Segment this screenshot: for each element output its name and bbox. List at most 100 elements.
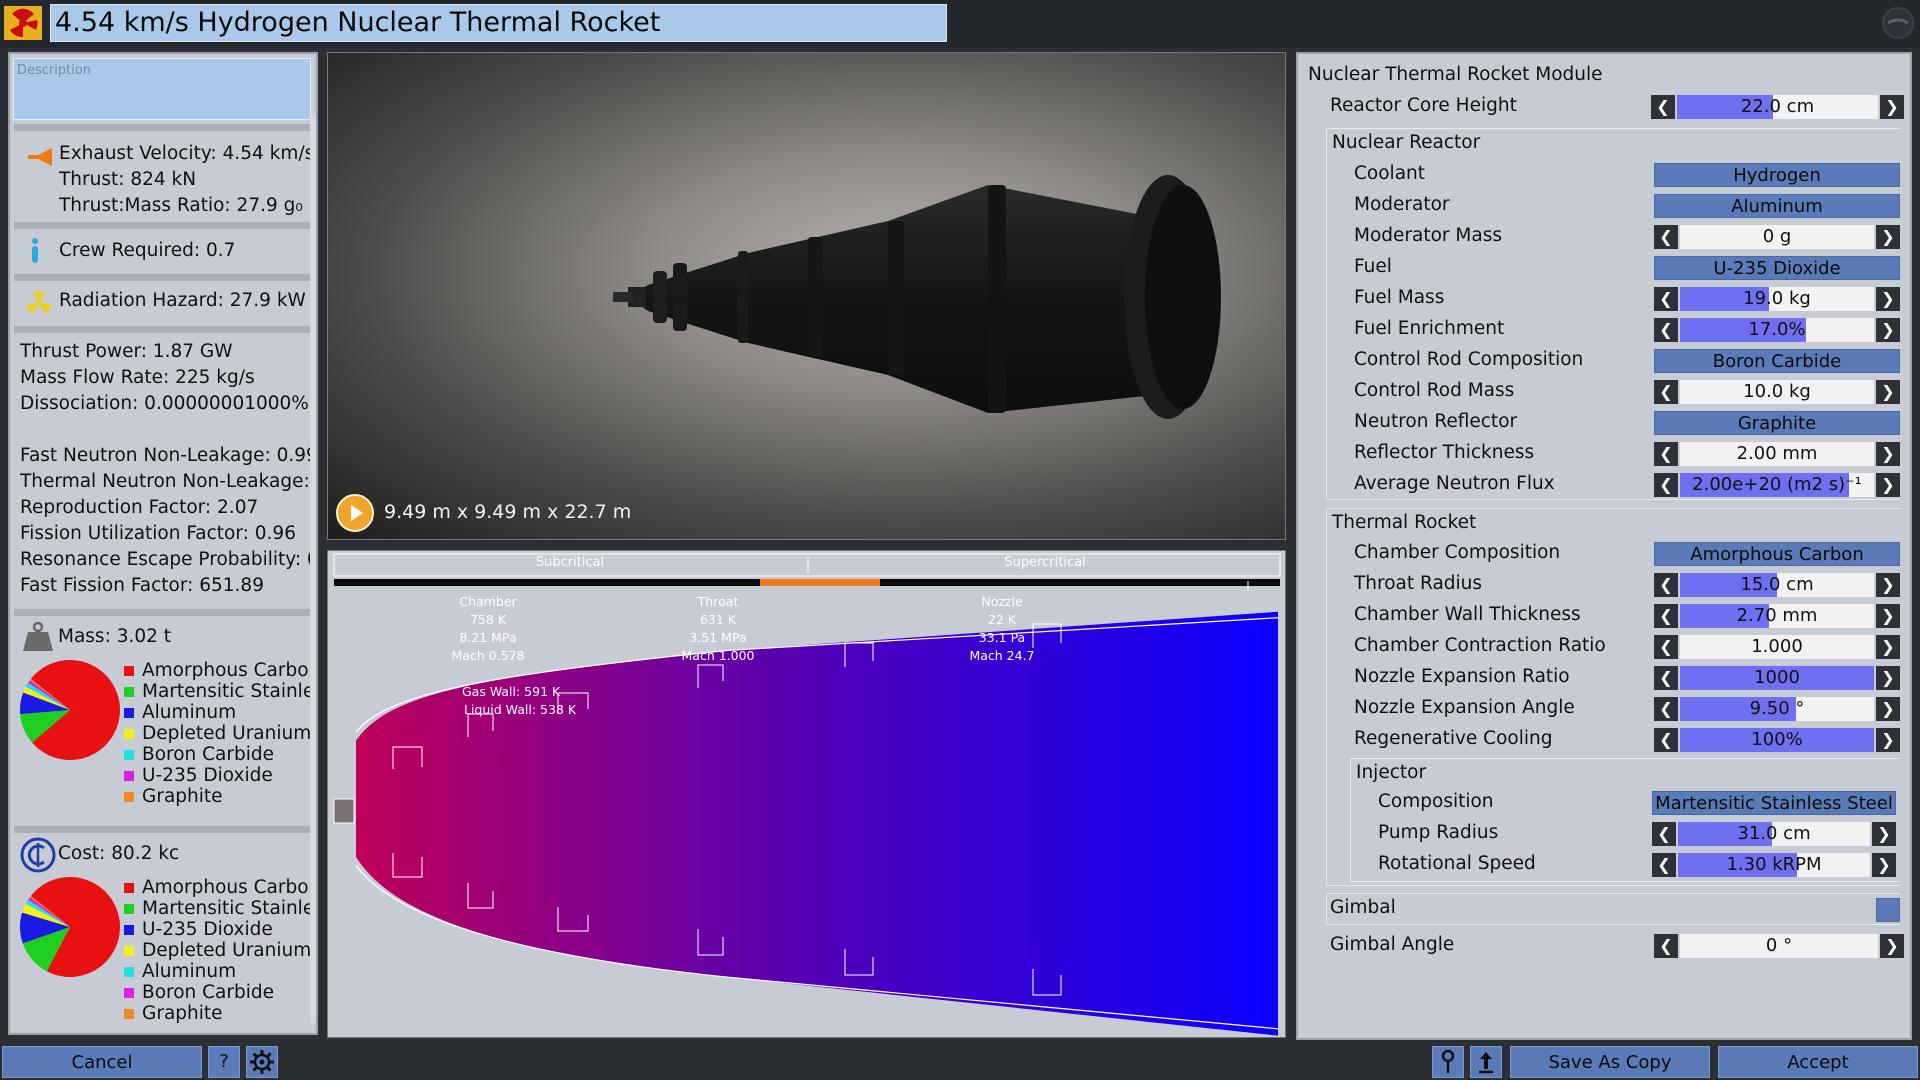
stats-scrollbar[interactable] (310, 114, 316, 1024)
spinner-track[interactable]: 1.30 kRPM (1678, 853, 1870, 877)
decrement-arrow-icon[interactable]: ❮ (1654, 666, 1678, 690)
increment-arrow-icon[interactable]: ❯ (1876, 318, 1900, 342)
control-rod-composition-label: Control Rod Composition (1354, 349, 1584, 370)
nozzle-expansion-angle-spinner[interactable]: ❮ 9.50 ° ❯ (1654, 697, 1900, 721)
increment-arrow-icon[interactable]: ❯ (1876, 573, 1900, 597)
legend-entry: U-235 Dioxide (124, 919, 314, 940)
increment-arrow-icon[interactable]: ❯ (1876, 442, 1900, 466)
reflector-thickness-spinner[interactable]: ❮ 2.00 mm ❯ (1654, 442, 1900, 466)
control-rod-mass-spinner[interactable]: ❮ 10.0 kg ❯ (1654, 380, 1900, 404)
average-neutron-flux-spinner[interactable]: ❮ 2.00e+20 (m2 s)⁻¹ ❯ (1654, 473, 1900, 497)
spinner-track[interactable]: 10.0 kg (1680, 380, 1874, 404)
increment-arrow-icon[interactable]: ❯ (1876, 728, 1900, 752)
save-as-copy-button[interactable]: Save As Copy (1510, 1046, 1710, 1078)
decrement-arrow-icon[interactable]: ❮ (1654, 442, 1678, 466)
increment-arrow-icon[interactable]: ❯ (1876, 473, 1900, 497)
spinner-track[interactable]: 9.50 ° (1680, 697, 1874, 721)
chamber-composition-select[interactable]: Amorphous Carbon (1654, 542, 1900, 566)
radiation-hazard: Radiation Hazard: 27.9 kW (59, 290, 306, 311)
legend-entry: Graphite (124, 1003, 314, 1024)
cancel-button[interactable]: Cancel (2, 1046, 202, 1078)
decrement-arrow-icon[interactable]: ❮ (1654, 225, 1678, 249)
gimbal-angle-spinner[interactable]: ❮ 0 ° ❯ (1654, 934, 1904, 958)
criticality-indicator (760, 579, 880, 586)
fuel-enrichment-spinner[interactable]: ❮ 17.0% ❯ (1654, 318, 1900, 342)
decrement-arrow-icon[interactable]: ❮ (1654, 728, 1678, 752)
pump-radius-spinner[interactable]: ❮ 31.0 cm ❯ (1652, 822, 1896, 846)
regenerative-cooling-spinner[interactable]: ❮ 100% ❯ (1654, 728, 1900, 752)
spinner-track[interactable]: 15.0 cm (1680, 573, 1874, 597)
settings-button[interactable] (246, 1046, 278, 1078)
spinner-track[interactable]: 2.00 mm (1680, 442, 1874, 466)
spinner-track[interactable]: 0 g (1680, 225, 1874, 249)
legend-entry: Boron Carbide (124, 982, 314, 1003)
condition-line: Mach 24.7 (969, 648, 1035, 663)
control-rod-composition-select[interactable]: Boron Carbide (1654, 349, 1900, 373)
decrement-arrow-icon[interactable]: ❮ (1654, 573, 1678, 597)
increment-arrow-icon[interactable]: ❯ (1876, 635, 1900, 659)
help-button[interactable]: ? (208, 1046, 240, 1078)
decrement-arrow-icon[interactable]: ❮ (1654, 287, 1678, 311)
increment-arrow-icon[interactable]: ❯ (1876, 666, 1900, 690)
play-animation-button[interactable] (336, 494, 374, 532)
spinner-track[interactable]: 2.00e+20 (m2 s)⁻¹ (1680, 473, 1874, 497)
spinner-track[interactable]: 1000 (1680, 666, 1874, 690)
accept-button[interactable]: Accept (1718, 1046, 1918, 1078)
legend-entry: Aluminum (124, 702, 314, 723)
increment-arrow-icon[interactable]: ❯ (1880, 95, 1904, 119)
spinner-track[interactable]: 100% (1680, 728, 1874, 752)
decrement-arrow-icon[interactable]: ❮ (1654, 318, 1678, 342)
moderator-mass-spinner[interactable]: ❮ 0 g ❯ (1654, 225, 1900, 249)
separator (14, 274, 310, 281)
spinner-track[interactable]: 1.000 (1680, 635, 1874, 659)
rotational-speed-spinner[interactable]: ❮ 1.30 kRPM ❯ (1652, 853, 1896, 877)
separator (14, 124, 310, 131)
spinner-track[interactable]: 0 ° (1680, 934, 1878, 958)
fuel-mass-spinner[interactable]: ❮ 19.0 kg ❯ (1654, 287, 1900, 311)
design-name-input[interactable]: 4.54 km/s Hydrogen Nuclear Thermal Rocke… (50, 4, 947, 42)
brand-logo-icon[interactable] (1880, 6, 1916, 40)
decrement-arrow-icon[interactable]: ❮ (1652, 853, 1676, 877)
nozzle-expansion-ratio-spinner[interactable]: ❮ 1000 ❯ (1654, 666, 1900, 690)
crew-icon (32, 238, 38, 263)
fuel-select[interactable]: U-235 Dioxide (1654, 256, 1900, 280)
engine-3d-viewport[interactable]: 9.49 m x 9.49 m x 22.7 m (327, 52, 1286, 540)
neutron-reflector-select[interactable]: Graphite (1654, 411, 1900, 435)
spinner-track[interactable]: 31.0 cm (1678, 822, 1870, 846)
increment-arrow-icon[interactable]: ❯ (1876, 697, 1900, 721)
spinner-track[interactable]: 2.70 mm (1680, 604, 1874, 628)
decrement-arrow-icon[interactable]: ❮ (1652, 822, 1676, 846)
decrement-arrow-icon[interactable]: ❮ (1654, 604, 1678, 628)
chamber-contraction-ratio-spinner[interactable]: ❮ 1.000 ❯ (1654, 635, 1900, 659)
spinner-track[interactable]: 22.0 cm (1677, 95, 1878, 119)
legend-swatch (124, 883, 134, 893)
decrement-arrow-icon[interactable]: ❮ (1654, 697, 1678, 721)
decrement-arrow-icon[interactable]: ❮ (1654, 635, 1678, 659)
decrement-arrow-icon[interactable]: ❮ (1651, 95, 1675, 119)
pin-button[interactable] (1432, 1046, 1464, 1078)
condition-line: 22 K (987, 612, 1017, 627)
coolant-select[interactable]: Hydrogen (1654, 163, 1900, 187)
decrement-arrow-icon[interactable]: ❮ (1654, 473, 1678, 497)
decrement-arrow-icon[interactable]: ❮ (1654, 934, 1678, 958)
spinner-track[interactable]: 17.0% (1680, 318, 1874, 342)
increment-arrow-icon[interactable]: ❯ (1876, 225, 1900, 249)
throat-radius-spinner[interactable]: ❮ 15.0 cm ❯ (1654, 573, 1900, 597)
increment-arrow-icon[interactable]: ❯ (1872, 822, 1896, 846)
increment-arrow-icon[interactable]: ❯ (1876, 604, 1900, 628)
injector-composition-select[interactable]: Martensitic Stainless Steel (1652, 791, 1896, 815)
export-button[interactable] (1470, 1046, 1502, 1078)
increment-arrow-icon[interactable]: ❯ (1880, 934, 1904, 958)
moderator-select[interactable]: Aluminum (1654, 194, 1900, 218)
gimbal-checkbox[interactable] (1876, 898, 1900, 922)
spinner-track[interactable]: 19.0 kg (1680, 287, 1874, 311)
description-input[interactable]: Description (13, 58, 311, 120)
increment-arrow-icon[interactable]: ❯ (1876, 287, 1900, 311)
increment-arrow-icon[interactable]: ❯ (1872, 853, 1896, 877)
chamber-wall-thickness-spinner[interactable]: ❮ 2.70 mm ❯ (1654, 604, 1900, 628)
cost-section: Cost: 80.2 kc Amorphous Carbon Martensiti… (14, 833, 314, 1033)
increment-arrow-icon[interactable]: ❯ (1876, 380, 1900, 404)
reactor-core-height-spinner[interactable]: ❮ 22.0 cm ❯ (1651, 95, 1904, 119)
legend-label: U-235 Dioxide (142, 919, 273, 940)
decrement-arrow-icon[interactable]: ❮ (1654, 380, 1678, 404)
